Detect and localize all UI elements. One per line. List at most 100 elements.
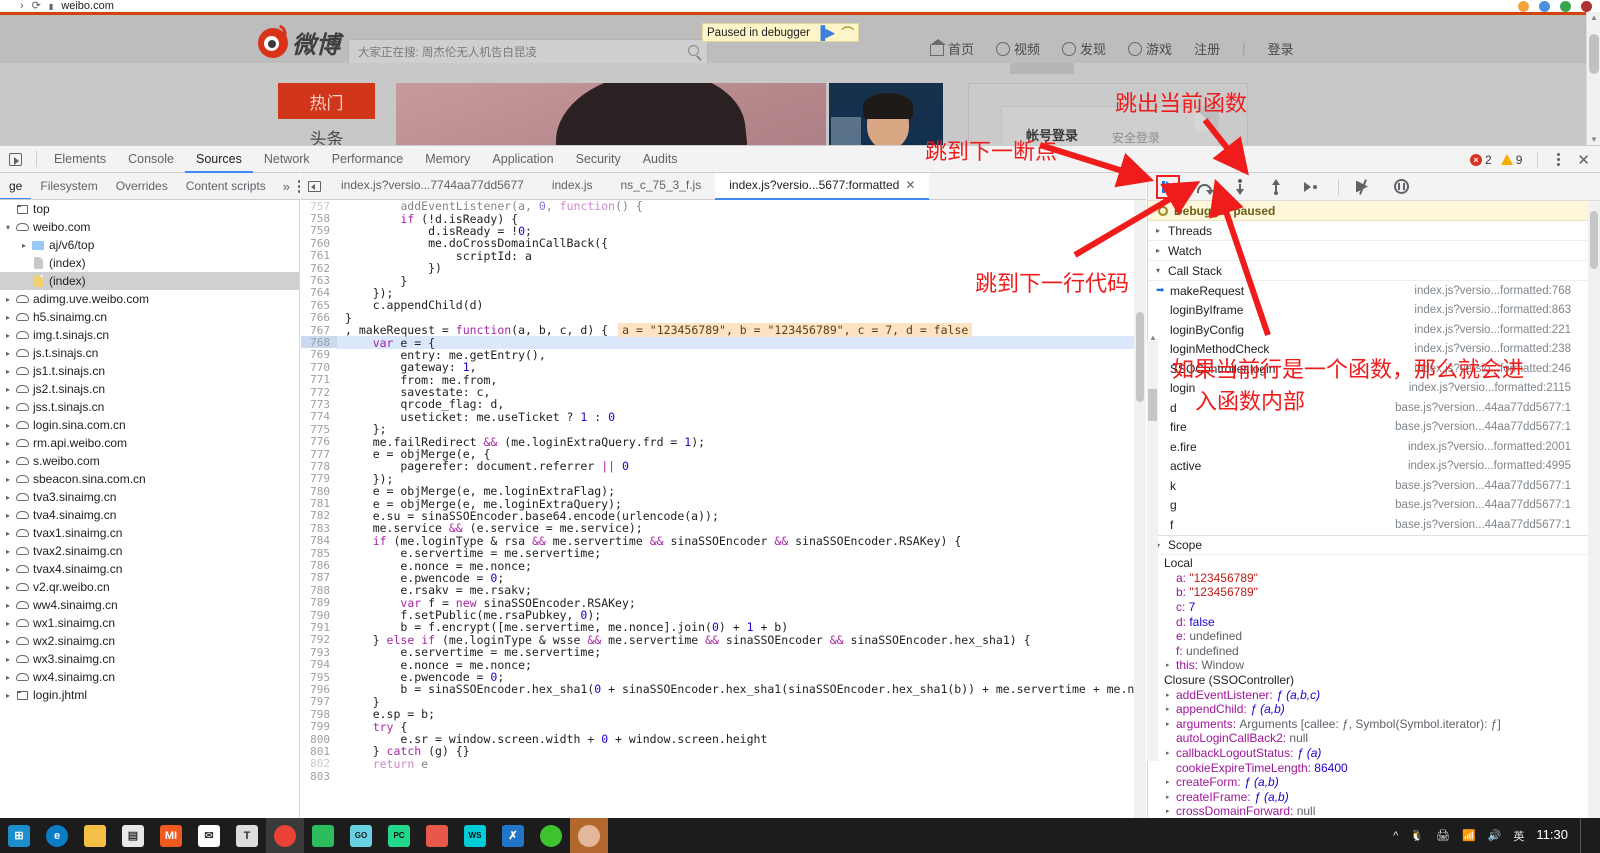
taskbar-avatar[interactable] <box>570 818 608 853</box>
code-line[interactable]: 784 if (me.loginType & rsa && me.servert… <box>301 535 1146 547</box>
line-number[interactable]: 763 <box>301 274 337 287</box>
scope-property[interactable]: cookieExpireTimeLength: 86400 <box>1148 760 1589 775</box>
chevron-right-icon[interactable]: ▸ <box>2 403 14 412</box>
nav-item-register[interactable]: 注册 <box>1194 39 1220 58</box>
nav-item-video[interactable]: 视频 <box>996 39 1040 58</box>
code-line[interactable]: 759 d.isReady = !0; <box>301 225 1146 237</box>
inspect-element-button[interactable] <box>0 153 30 166</box>
devtools-tab-network[interactable]: Network <box>253 146 321 173</box>
extension-icon-2[interactable] <box>1539 1 1550 12</box>
step-into-button[interactable] <box>1230 177 1250 197</box>
pause-on-exceptions-button[interactable] <box>1391 177 1411 197</box>
scope-property[interactable]: b: "123456789" <box>1148 585 1589 600</box>
code-line[interactable]: 781 e = objMerge(e, me.loginExtraQuery); <box>301 497 1146 509</box>
code-line[interactable]: 772 savestate: c, <box>301 386 1146 398</box>
scope-property[interactable]: d: false <box>1148 614 1589 629</box>
close-tab-icon[interactable]: ✕ <box>905 172 915 199</box>
start-button[interactable]: ⊞ <box>0 818 38 853</box>
code-line[interactable]: 763 } <box>301 274 1146 286</box>
printer-icon[interactable]: 🖨 <box>1436 829 1450 842</box>
call-stack-frame[interactable]: e.fire index.js?versio...formatted:2001 <box>1148 437 1589 457</box>
code-line[interactable]: 769 entry: me.getEntry(), <box>301 349 1146 361</box>
code-line[interactable]: 780 e = objMerge(e, me.loginExtraFlag); <box>301 485 1146 497</box>
address-bar[interactable]: › ⟳ ▮ weibo.com <box>0 0 1600 12</box>
chevron-right-icon[interactable]: ▸ <box>2 349 14 358</box>
devtools-tab-application[interactable]: Application <box>481 146 564 173</box>
tree-item[interactable]: ▸ rm.api.weibo.com <box>0 434 299 452</box>
line-number[interactable]: 793 <box>301 646 337 659</box>
scroll-up-arrow[interactable]: ▲ <box>1590 13 1598 22</box>
code-line[interactable]: 760 me.doCrossDomainCallBack({ <box>301 237 1146 249</box>
call-stack-frame[interactable]: d base.js?version...44aa77dd5677:1 <box>1148 398 1589 418</box>
devtools-tab-audits[interactable]: Audits <box>632 146 689 173</box>
chevron-right-icon[interactable]: ▸ <box>1166 807 1176 815</box>
source-tab[interactable]: index.js?versio...5677:formatted ✕ <box>715 173 929 200</box>
chevron-right-icon[interactable]: ▸ <box>2 457 14 466</box>
code-line[interactable]: 794 e.nonce = me.nonce; <box>301 658 1146 670</box>
scope-section[interactable]: ▾ Scope <box>1148 535 1589 555</box>
debugger-left-scrollbar[interactable]: ▲ <box>1147 341 1158 761</box>
code-line[interactable]: 801 } catch (g) {} <box>301 745 1146 757</box>
line-number[interactable]: 759 <box>301 224 337 237</box>
line-number[interactable]: 803 <box>301 770 337 783</box>
scope-property[interactable]: ▸ addEventListener: ƒ (a,b,c) <box>1148 687 1589 702</box>
chevron-right-icon[interactable]: ▸ <box>2 421 14 430</box>
editor-vscroll-thumb[interactable] <box>1136 312 1144 402</box>
scroll-down-arrow[interactable]: ▼ <box>1590 135 1598 144</box>
tree-item[interactable]: (index) <box>0 254 299 272</box>
tree-item[interactable]: ▸ tva4.sinaimg.cn <box>0 506 299 524</box>
chevron-right-icon[interactable]: ▸ <box>2 547 14 556</box>
tree-item[interactable]: ▸ js2.t.sinajs.cn <box>0 380 299 398</box>
call-stack-frame[interactable]: loginByIframe index.js?versio..:formatted… <box>1148 301 1589 321</box>
scope-property[interactable]: ▸ arguments: Arguments [callee: ƒ, Symbol… <box>1148 717 1589 732</box>
tree-item[interactable]: ▸ s.weibo.com <box>0 452 299 470</box>
threads-section[interactable]: ▸ Threads <box>1148 221 1589 241</box>
chevron-right-icon[interactable]: ▸ <box>2 385 14 394</box>
code-line[interactable]: 793 e.servertime = me.servertime; <box>301 646 1146 658</box>
tree-item[interactable]: ▸ v2.qr.weibo.cn <box>0 578 299 596</box>
scope-property[interactable]: a: "123456789" <box>1148 571 1589 586</box>
tree-item[interactable]: ▸ sbeacon.sina.com.cn <box>0 470 299 488</box>
navigator-tab-overrides[interactable]: Overrides <box>107 173 177 200</box>
code-line[interactable]: 777 e = objMerge(e, { <box>301 448 1146 460</box>
chevron-right-icon[interactable]: ▸ <box>2 637 14 646</box>
line-number[interactable]: 764 <box>301 286 337 299</box>
call-stack-frame[interactable]: g base.js?version...44aa77dd5677:1 <box>1148 496 1589 516</box>
code-line[interactable]: 757 addEventListener(a, 0, function() … <box>301 200 1146 212</box>
file-tree[interactable]: top ▾ weibo.com ▸ aj/v6/top (index) (index) ▸ ad… <box>0 200 300 819</box>
line-number[interactable]: 773 <box>301 398 337 411</box>
clock[interactable]: 11:30 <box>1536 828 1568 842</box>
taskbar-text[interactable]: T <box>228 818 266 853</box>
code-line[interactable]: 765 c.appendChild(d) <box>301 299 1146 311</box>
code-line[interactable]: 782 e.su = sinaSSOEncoder.base64.encode(… <box>301 510 1146 522</box>
step-button[interactable] <box>1302 177 1322 197</box>
code-line[interactable]: 767, makeRequest = function(a, b, c, d) … <box>301 324 1146 336</box>
call-stack-frame[interactable]: active index.js?versio...formatted:4995 <box>1148 457 1589 477</box>
line-number[interactable]: 778 <box>301 460 337 473</box>
call-stack-frame[interactable]: loginMethodCheck index.js?versio...format… <box>1148 340 1589 360</box>
code-line[interactable]: 785 e.servertime = me.servertime; <box>301 547 1146 559</box>
code-line[interactable]: 788 e.rsakv = me.rsakv; <box>301 584 1146 596</box>
step-out-button[interactable] <box>1266 177 1286 197</box>
devtools-tab-memory[interactable]: Memory <box>414 146 481 173</box>
scope-property[interactable]: ▸ createIFrame: ƒ (a,b) <box>1148 790 1589 805</box>
code-line[interactable]: 800 e.sr = window.screen.width + 0 + w… <box>301 733 1146 745</box>
chevron-right-icon[interactable]: ▸ <box>2 601 14 610</box>
step-over-button[interactable] <box>1194 177 1214 197</box>
call-stack-frame[interactable]: k base.js?version...44aa77dd5677:1 <box>1148 476 1589 496</box>
call-stack-frame[interactable]: loginByConfig index.js?versio..:formatted… <box>1148 320 1589 340</box>
code-line[interactable]: 771 from: me.from, <box>301 373 1146 385</box>
headlines-tab[interactable]: 头条 <box>278 125 375 145</box>
tree-item[interactable]: ▸ tvax1.sinaimg.cn <box>0 524 299 542</box>
code-line[interactable]: 773 qrcode_flag: d, <box>301 398 1146 410</box>
code-line[interactable]: 779 }); <box>301 473 1146 485</box>
chevron-right-icon[interactable]: ▸ <box>2 313 14 322</box>
code-line[interactable]: 766} <box>301 312 1146 324</box>
source-tab[interactable]: index.js?versio...7744aa77dd5677 <box>327 173 538 200</box>
navigator-tab-content-scripts[interactable]: Content scripts <box>177 173 275 200</box>
devtools-tab-elements[interactable]: Elements <box>43 146 117 173</box>
tree-item[interactable]: (index) <box>0 272 299 290</box>
tree-item[interactable]: ▸ wx4.sinaimg.cn <box>0 668 299 686</box>
call-stack-list[interactable]: ➡ makeRequest index.js?versio...formatted:… <box>1148 281 1589 535</box>
penguin-icon[interactable]: 🐧 <box>1410 829 1424 842</box>
